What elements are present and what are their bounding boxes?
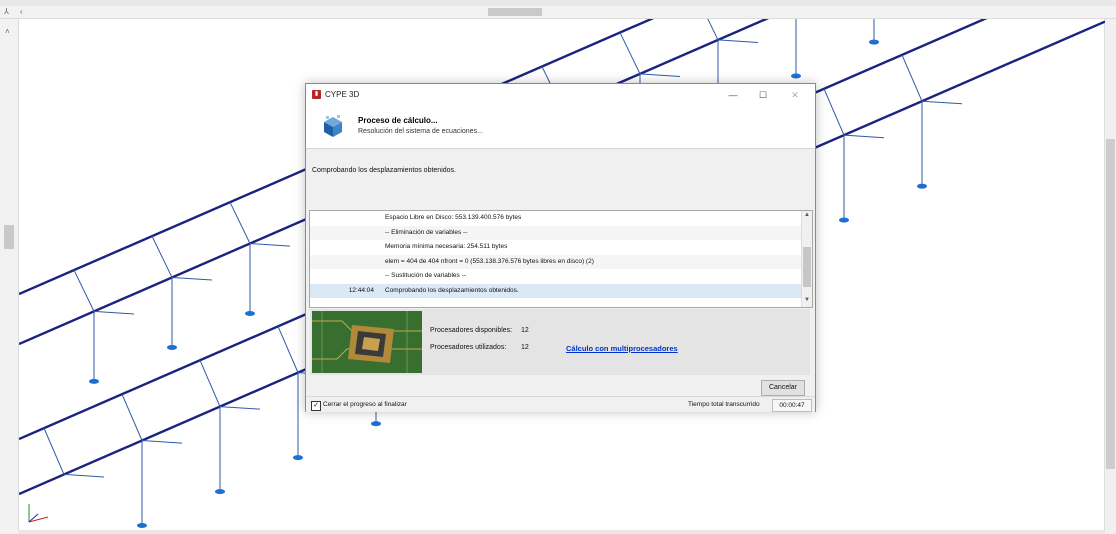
scroll-down-icon[interactable]: ▼ — [802, 297, 812, 303]
support-node — [839, 217, 849, 223]
status-text: Comprobando los desplazamientos obtenido… — [312, 167, 456, 174]
log-text: -- Sustitución de variables -- — [385, 272, 466, 279]
support-node — [791, 73, 801, 79]
window-title: CYPE 3D — [325, 90, 360, 99]
dialog-subheading: Resolución del sistema de ecuaciones... — [358, 128, 483, 135]
app-icon: ▮ — [312, 90, 321, 99]
rafter — [121, 393, 143, 441]
log-text: -- Eliminación de variables -- — [385, 228, 468, 236]
log-row[interactable]: -- Eliminación de variables -- — [310, 225, 802, 240]
processors-available-label: Procesadores disponibles: — [430, 327, 513, 334]
dialog-titlebar[interactable]: ▮ CYPE 3D — ☐ ✕ — [306, 84, 815, 106]
support-node — [167, 344, 177, 350]
scrollbar-thumb-left[interactable] — [4, 225, 14, 249]
scroll-left-icon[interactable]: ‹ — [20, 7, 23, 16]
log-text: Espacio Libre en Disco: 553.139.400.576 … — [385, 214, 522, 221]
rafter — [229, 201, 251, 244]
scrollbar-thumb[interactable] — [488, 8, 542, 16]
total-time-value: 00:00:47 — [772, 399, 812, 412]
rafter — [823, 88, 845, 136]
dialog-footer: ✓ Cerrar el progreso al finalizar Tiempo… — [306, 396, 815, 413]
log-row-selected[interactable]: 12:44:04 Comprobando los desplazamientos… — [310, 283, 802, 298]
rafter — [901, 54, 923, 102]
axes-icon — [28, 504, 49, 523]
processors-available-value: 12 — [521, 327, 529, 334]
horizontal-scrollbar[interactable]: ⅄ ‹ — [0, 6, 1116, 19]
support-node — [137, 522, 147, 528]
calculation-dialog: ▮ CYPE 3D — ☐ ✕ Proceso de cálculo... Re… — [305, 83, 816, 412]
brace — [171, 276, 213, 281]
rafter — [277, 326, 299, 373]
log-text: Comprobando los desplazamientos obtenido… — [385, 286, 519, 294]
view-axis-icon: ⅄ — [4, 7, 9, 16]
vertical-scrollbar-left[interactable]: ˄ — [0, 19, 19, 534]
support-node — [245, 311, 255, 317]
vertical-scrollbar-right[interactable] — [1104, 19, 1116, 534]
checkbox-checked-icon[interactable]: ✓ — [311, 401, 321, 411]
rafter — [151, 235, 173, 278]
rafter — [199, 360, 221, 407]
support-node — [215, 489, 225, 495]
brace — [63, 473, 105, 478]
log-row[interactable]: elem = 404 de 404 nfront = 0 (553.138.37… — [310, 254, 802, 269]
cancel-button[interactable]: Cancelar — [761, 380, 805, 396]
support-node — [293, 455, 303, 461]
log-row[interactable]: Espacio Libre en Disco: 553.139.400.576 … — [310, 211, 802, 226]
log-time: 12:44:04 — [348, 286, 374, 294]
brace — [249, 243, 291, 247]
support-node — [371, 421, 381, 427]
log-scrollbar[interactable]: ▲ ▼ — [801, 211, 812, 307]
log-row[interactable]: -- Sustitución de variables -- — [310, 269, 802, 284]
brace — [921, 100, 963, 105]
scroll-up-icon[interactable]: ▲ — [802, 212, 812, 218]
close-on-finish-label[interactable]: Cerrar el progreso al finalizar — [323, 401, 407, 408]
rafter — [73, 269, 95, 312]
multiprocessor-link[interactable]: Cálculo con multiprocesadores — [566, 344, 678, 353]
log-text: elem = 404 de 404 nfront = 0 (553.138.37… — [385, 257, 594, 265]
dialog-header: Proceso de cálculo... Resolución del sis… — [306, 106, 815, 148]
processor-panel: Procesadores disponibles: 12 Procesadore… — [310, 309, 810, 375]
scroll-up-icon[interactable]: ˄ — [5, 27, 10, 36]
brace — [843, 134, 885, 139]
brace — [639, 73, 681, 77]
support-node — [917, 183, 927, 189]
rafter — [707, 19, 719, 41]
total-time-label: Tiempo total transcurrido — [688, 401, 760, 408]
log-text: Memoria mínima necesaria: 254.511 bytes — [385, 243, 508, 250]
rafter — [619, 32, 641, 75]
close-icon[interactable]: ✕ — [786, 87, 804, 103]
processors-used-value: 12 — [521, 344, 529, 351]
rafter — [43, 427, 65, 475]
log-row[interactable]: Memoria mínima necesaria: 254.511 bytes — [310, 240, 802, 255]
cpu-chip-image — [312, 311, 422, 373]
processors-used-label: Procesadores utilizados: — [430, 344, 507, 351]
maximize-icon[interactable]: ☐ — [754, 87, 772, 103]
dialog-heading: Proceso de cálculo... — [358, 116, 438, 125]
dialog-body: Comprobando los desplazamientos obtenido… — [306, 148, 815, 412]
scrollbar-thumb-right[interactable] — [1106, 139, 1115, 469]
brace — [141, 439, 183, 444]
log-scrollbar-thumb[interactable] — [803, 247, 811, 287]
support-node — [89, 378, 99, 384]
support-node — [869, 39, 879, 45]
minimize-icon[interactable]: — — [724, 87, 742, 103]
log-list[interactable]: Espacio Libre en Disco: 553.139.400.576 … — [309, 210, 813, 308]
calc-cube-icon — [324, 115, 342, 137]
brace — [219, 406, 261, 410]
brace — [93, 310, 135, 315]
brace — [717, 39, 759, 44]
